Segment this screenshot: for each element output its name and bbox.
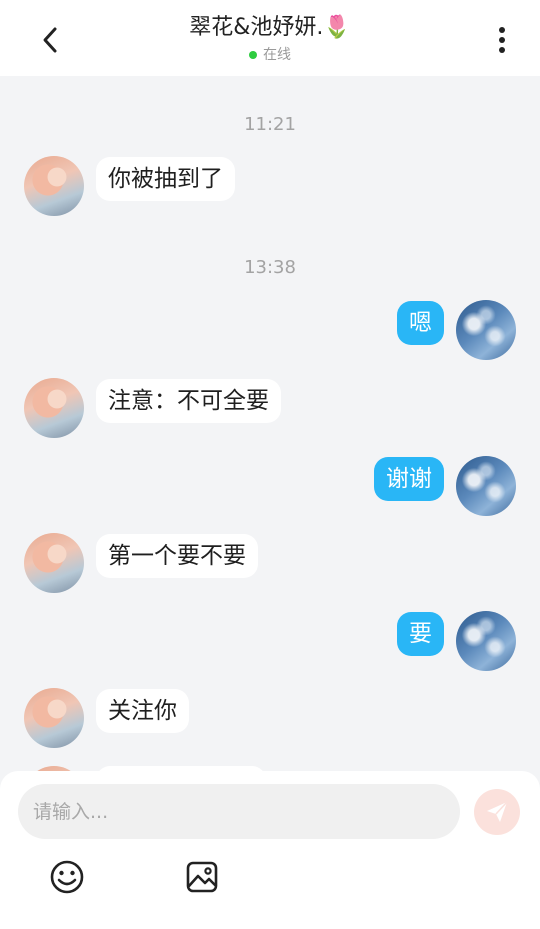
chat-title-group: 翠花&池妤妍.🌷 在线 bbox=[120, 12, 420, 66]
image-icon bbox=[186, 861, 218, 893]
sent-message[interactable]: 嗯 bbox=[397, 301, 444, 345]
timestamp: 11:21 bbox=[244, 114, 296, 135]
received-message[interactable]: 你被抽到了 bbox=[96, 157, 235, 201]
user-avatar[interactable] bbox=[456, 456, 516, 516]
user-avatar[interactable] bbox=[456, 300, 516, 360]
more-vertical-icon bbox=[499, 27, 505, 53]
send-button[interactable] bbox=[474, 789, 520, 835]
contact-avatar[interactable] bbox=[24, 156, 84, 216]
back-button[interactable] bbox=[30, 20, 70, 60]
online-status-label: 在线 bbox=[263, 47, 291, 63]
sent-message[interactable]: 要 bbox=[397, 612, 444, 656]
message-composer bbox=[0, 771, 540, 929]
timestamp: 13:38 bbox=[244, 257, 296, 278]
contact-avatar[interactable] bbox=[24, 378, 84, 438]
emoji-icon bbox=[50, 860, 84, 894]
send-icon bbox=[487, 801, 508, 822]
image-button[interactable] bbox=[182, 857, 222, 897]
back-arrow-icon bbox=[43, 27, 57, 53]
emoji-button[interactable] bbox=[47, 857, 87, 897]
message-list[interactable]: 11:21 你被抽到了 13:38 嗯 注意：不可全要 谢谢 第一个要不要 要 … bbox=[0, 76, 540, 776]
received-message[interactable]: 第一个要不要 bbox=[96, 534, 258, 578]
sent-message[interactable]: 谢谢 bbox=[374, 457, 444, 501]
contact-avatar[interactable] bbox=[24, 533, 84, 593]
user-avatar[interactable] bbox=[456, 611, 516, 671]
received-message[interactable]: 关注你 bbox=[96, 689, 189, 733]
online-status: 在线 bbox=[120, 44, 420, 66]
online-dot-icon bbox=[249, 51, 257, 59]
chat-header: 翠花&池妤妍.🌷 在线 bbox=[0, 0, 540, 76]
message-input[interactable] bbox=[18, 784, 460, 839]
contact-avatar[interactable] bbox=[24, 688, 84, 748]
chat-title: 翠花&池妤妍.🌷 bbox=[189, 15, 351, 40]
received-message[interactable]: 注意：不可全要 bbox=[96, 379, 281, 423]
more-options-button[interactable] bbox=[482, 20, 522, 60]
